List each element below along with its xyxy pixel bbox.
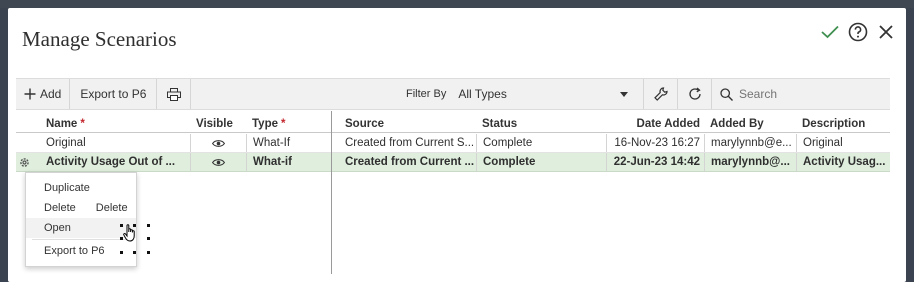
cell-name: Activity Usage Out of ... — [46, 156, 176, 168]
search-field[interactable] — [711, 79, 891, 109]
hand-cursor-icon — [123, 224, 135, 242]
table-row[interactable]: Original What-If Created from Current S.… — [16, 134, 890, 153]
menu-divider — [32, 239, 130, 240]
cell-source: Created from Current ... — [345, 156, 475, 168]
cell-date-added: 16-Nov-23 16:27 — [606, 134, 704, 152]
menu-item-delete[interactable]: Delete Delete — [26, 198, 136, 218]
row-actions-button[interactable] — [18, 153, 32, 172]
refresh-button[interactable] — [677, 79, 711, 109]
cell-added-by: marylynnb@... — [704, 153, 796, 171]
filter-value: All Types — [458, 87, 507, 101]
export-label: Export to P6 — [80, 87, 147, 101]
filter-label: Filter By — [406, 88, 447, 100]
wrench-icon — [653, 87, 668, 101]
column-header-status[interactable]: Status — [476, 115, 606, 132]
table-row-selected[interactable]: Activity Usage Out of ... What-if Create… — [16, 153, 890, 172]
column-header-added-by[interactable]: Added By — [704, 115, 796, 132]
menu-item-duplicate[interactable]: Duplicate — [26, 178, 136, 198]
column-header-visible[interactable]: Visible — [190, 115, 246, 132]
export-to-p6-button[interactable]: Export to P6 — [70, 79, 158, 109]
table-header: Name * Visible Type * Source Status Date A… — [16, 115, 890, 133]
search-input[interactable] — [739, 87, 879, 101]
column-header-name[interactable]: Name * — [40, 115, 190, 132]
menu-item-delete-sub[interactable]: Delete — [96, 202, 128, 214]
plus-icon — [24, 88, 36, 100]
refresh-icon — [688, 87, 701, 100]
cell-status: Complete — [476, 134, 606, 152]
print-button[interactable] — [157, 79, 192, 109]
close-icon[interactable] — [876, 22, 896, 42]
add-button[interactable]: Add — [16, 79, 71, 109]
search-icon — [720, 87, 733, 101]
wrench-button[interactable] — [643, 79, 677, 109]
cell-description: Original — [796, 134, 890, 152]
filter-group: Filter By All Types — [406, 79, 629, 109]
column-header-description[interactable]: Description — [796, 115, 890, 132]
help-icon[interactable] — [848, 22, 868, 42]
dialog-title: Manage Scenarios — [22, 27, 177, 51]
eye-icon — [212, 158, 225, 166]
cell-type: What-If — [246, 134, 331, 152]
print-icon — [166, 87, 181, 101]
add-label: Add — [40, 87, 62, 101]
gear-icon — [20, 158, 29, 167]
background-window — [0, 0, 914, 8]
cell-type: What-if — [246, 153, 331, 171]
visibility-toggle[interactable] — [190, 134, 246, 152]
chevron-down-icon — [620, 91, 629, 97]
cell-added-by: marylynnb@e... — [704, 134, 796, 152]
cell-description: Activity Usag... — [796, 153, 890, 171]
visibility-toggle[interactable] — [190, 153, 246, 171]
cell-status: Complete — [476, 153, 606, 171]
cell-name: Original — [46, 137, 86, 149]
cell-date-added: 22-Jun-23 14:42 — [606, 153, 704, 171]
column-header-source[interactable]: Source — [339, 115, 476, 132]
pane-splitter[interactable] — [331, 111, 332, 274]
dialog-actions — [820, 22, 896, 42]
column-header-date-added[interactable]: Date Added — [606, 115, 704, 132]
eye-icon — [212, 139, 225, 147]
cell-source: Created from Current S... — [345, 137, 475, 149]
check-icon[interactable] — [820, 22, 840, 42]
toolbar: Add Export to P6 Filter By All Types — [16, 78, 890, 110]
column-header-type[interactable]: Type * — [246, 115, 331, 132]
filter-type-select[interactable]: All Types — [458, 87, 629, 101]
toolbar-right — [643, 79, 891, 109]
